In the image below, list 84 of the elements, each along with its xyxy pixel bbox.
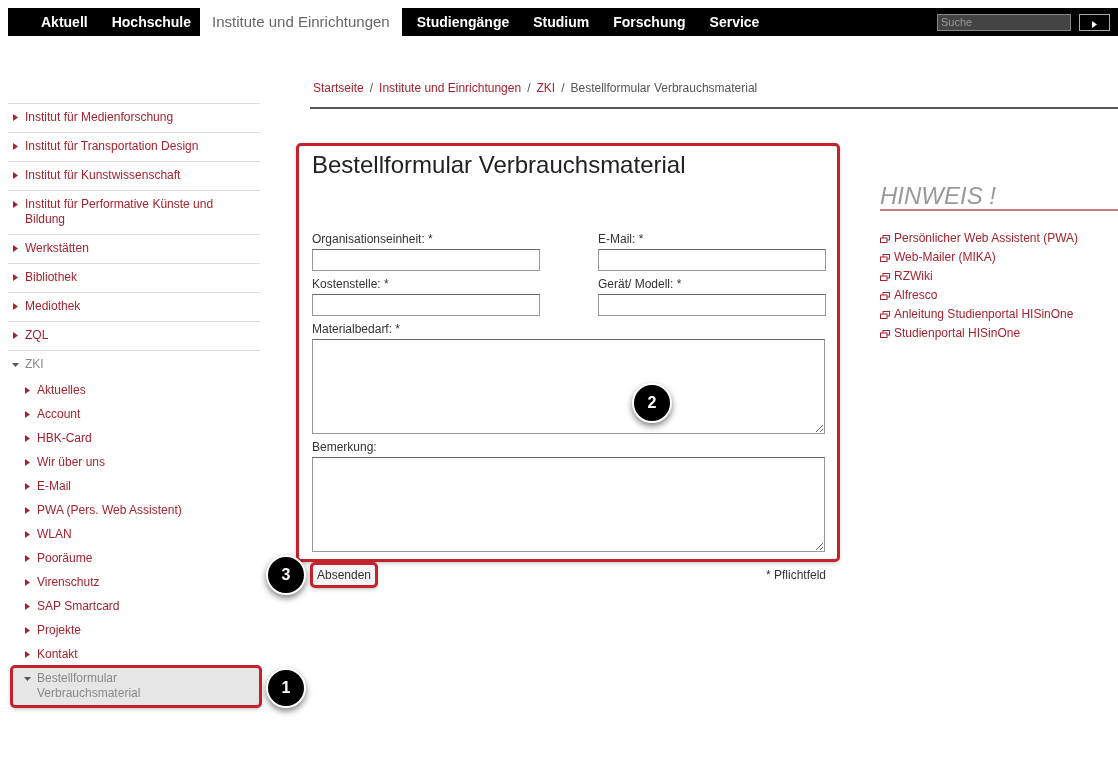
sidebar-item[interactable]: Projekte: [12, 619, 260, 643]
field-label: Kostenstelle: *: [312, 275, 390, 293]
caret-right-icon: [24, 435, 31, 442]
sidebar-item[interactable]: ZQL: [8, 321, 260, 350]
nav-tab[interactable]: Studium: [518, 8, 599, 36]
external-link[interactable]: Alfresco: [880, 286, 1118, 306]
text-area[interactable]: [312, 456, 825, 552]
caret-right-icon: [24, 603, 31, 610]
caret-right-icon: [24, 651, 31, 658]
nav-tab[interactable]: Institute und Einrichtungen: [200, 8, 402, 36]
callout-number: 3: [266, 554, 306, 595]
field-label: E-Mail: *: [598, 230, 645, 248]
sidebar-item[interactable]: Account: [12, 403, 260, 427]
caret-right-icon: [24, 387, 31, 394]
sidebar-item[interactable]: Kontakt: [12, 643, 260, 667]
sidebar-item[interactable]: Bibliothek: [8, 263, 260, 292]
caret-right-icon: [12, 114, 19, 121]
field-label: Gerät/ Modell: *: [598, 275, 683, 293]
caret-down-icon: [24, 675, 31, 682]
sidebar-item[interactable]: Institut für Transportation Design: [8, 132, 260, 161]
breadcrumb-link[interactable]: Institute und Einrichtungen: [379, 79, 522, 97]
sidebar-item[interactable]: Aktuelles: [12, 379, 260, 403]
field-label: Organisationseinheit: *: [312, 230, 434, 248]
caret-right-icon: [12, 172, 19, 179]
nav-tab[interactable]: Service: [694, 8, 769, 36]
caret-right-icon: [24, 627, 31, 634]
caret-right-icon: [24, 531, 31, 538]
field-label: Bemerkung:: [312, 438, 378, 456]
caret-right-icon: [12, 201, 19, 208]
caret-right-icon: [12, 143, 19, 150]
external-link[interactable]: RZWiki: [880, 267, 1118, 287]
caret-right-icon: [24, 483, 31, 490]
required-note: * Pflichtfeld: [765, 566, 826, 584]
external-link[interactable]: Persönlicher Web Assistent (PWA): [880, 229, 1118, 249]
field-label: Materialbedarf: *: [312, 320, 402, 338]
sidebar-item[interactable]: ZKI: [8, 350, 260, 379]
sidebar-item[interactable]: Institut für Kunstwissenschaft: [8, 161, 260, 190]
nav-tab[interactable]: Hochschule: [96, 8, 201, 36]
breadcrumb-link[interactable]: Startseite: [313, 79, 364, 97]
breadcrumb-separator: /: [369, 80, 374, 97]
caret-right-icon: [24, 579, 31, 586]
nav-tab[interactable]: Aktuell: [26, 8, 97, 36]
sidebar-item[interactable]: Virenschutz: [12, 571, 260, 595]
sidebar-item[interactable]: PWA (Pers. Web Assistent): [12, 499, 260, 523]
input-field[interactable]: [598, 248, 826, 271]
callout-number: 1: [266, 668, 306, 708]
text-area[interactable]: [312, 338, 825, 434]
sidebar-item[interactable]: Wir über uns: [12, 451, 260, 475]
breadcrumb-link[interactable]: ZKI: [536, 79, 556, 97]
caret-right-icon: [12, 245, 19, 252]
sidebar-item[interactable]: Mediothek: [8, 292, 260, 321]
caret-right-icon: [24, 507, 31, 514]
caret-right-icon: [12, 303, 19, 310]
breadcrumb-separator: /: [561, 80, 565, 97]
caret-right-icon: [12, 332, 19, 339]
breadcrumb-separator: /: [527, 80, 531, 97]
input-field[interactable]: [312, 248, 540, 271]
caret-right-icon: [24, 411, 31, 418]
input-field[interactable]: [312, 293, 540, 316]
sidebar-item[interactable]: Institut für Medienforschung: [8, 103, 260, 132]
sidebar-item[interactable]: Institut für Performative Künste und Bildung: [8, 190, 260, 234]
search-button[interactable]: [1079, 13, 1110, 31]
play-icon: [1091, 20, 1098, 28]
sidebar-item[interactable]: Werkstätten: [8, 234, 260, 263]
external-link[interactable]: Anleitung Studienportal HISinOne: [880, 305, 1118, 325]
caret-right-icon: [24, 555, 31, 562]
caret-right-icon: [24, 459, 31, 466]
input-field[interactable]: [598, 293, 826, 316]
caret-down-icon: [12, 361, 19, 368]
sidebar-item[interactable]: HBK-Card: [12, 427, 260, 451]
search-field[interactable]: Suche: [937, 13, 1071, 31]
external-link[interactable]: Web-Mailer (MIKA): [880, 248, 1118, 268]
sidebar-item[interactable]: SAP Smartcard: [12, 595, 260, 619]
nav-tab[interactable]: Forschung: [598, 8, 695, 36]
submit-button[interactable]: Absenden: [312, 563, 377, 586]
sidebar-item[interactable]: WLAN: [12, 523, 260, 547]
caret-right-icon: [12, 274, 19, 281]
sidebar-item[interactable]: Pooräume: [12, 547, 260, 571]
notice-heading: HINWEIS !: [880, 183, 1118, 212]
nav-tab[interactable]: Studiengänge: [401, 8, 519, 36]
breadcrumb-current: Bestellformular Verbrauchsmaterial: [570, 80, 758, 97]
sidebar-item[interactable]: E-Mail: [12, 475, 260, 499]
external-link[interactable]: Studienportal HISinOne: [880, 324, 1118, 344]
form-title: Bestellformular Verbrauchsmaterial: [312, 151, 687, 180]
